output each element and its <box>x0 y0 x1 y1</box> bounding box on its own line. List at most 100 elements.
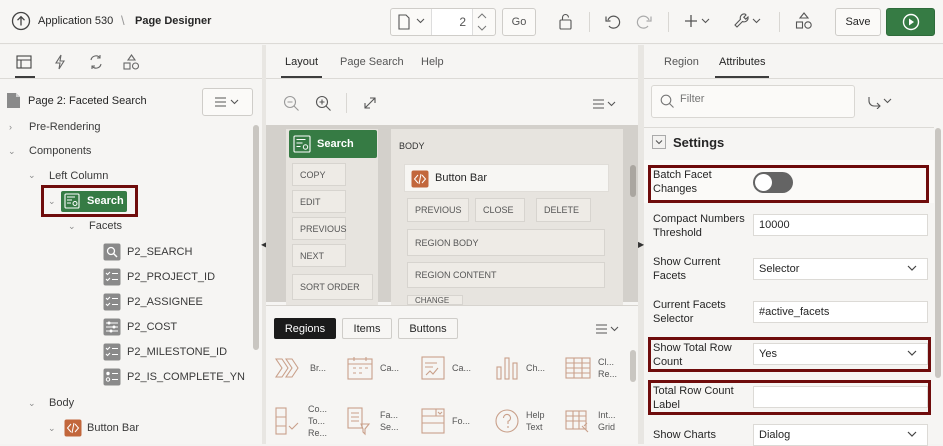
filter-input[interactable] <box>680 93 840 105</box>
gallery-cards[interactable]: Ca... <box>420 349 490 387</box>
slot-sort-order[interactable]: SORT ORDER <box>292 274 373 300</box>
tab-page-search[interactable]: Page Search <box>340 56 404 68</box>
slot-copy[interactable]: COPY <box>292 163 346 186</box>
gallery-calendar[interactable]: Ca... <box>346 349 416 387</box>
scrollbar[interactable] <box>630 350 636 382</box>
faceted-search-icon <box>347 407 371 436</box>
collapse-section-icon[interactable] <box>652 135 666 149</box>
tab-attributes[interactable]: Attributes <box>714 56 770 78</box>
lock-icon[interactable] <box>558 13 574 31</box>
chevron-right-icon[interactable]: › <box>9 122 12 132</box>
components-icon[interactable] <box>123 54 140 70</box>
undo-icon[interactable] <box>604 13 621 30</box>
stepper-up-icon[interactable] <box>477 12 487 20</box>
filter-field[interactable] <box>651 85 855 118</box>
tree-item[interactable]: P2_IS_COMPLETE_YN <box>127 371 245 383</box>
gallery-content-row[interactable]: Co... To... Re... <box>274 401 344 441</box>
chevron-down-icon[interactable] <box>416 18 425 24</box>
slot-close-button[interactable]: CLOSE <box>475 198 525 222</box>
run-page-button[interactable] <box>886 8 935 36</box>
wrench-icon[interactable] <box>733 12 763 30</box>
gallery-help-text[interactable]: Help Text <box>494 401 564 441</box>
shapes-icon[interactable] <box>795 12 813 30</box>
slot-region-body[interactable]: REGION BODY <box>407 229 605 256</box>
go-button[interactable]: Go <box>502 8 536 36</box>
page-number-input[interactable]: 2 <box>431 9 473 35</box>
current-facets-selector-input[interactable]: #active_facets <box>753 301 928 323</box>
canvas-button-bar-region[interactable]: Button Bar <box>404 164 609 192</box>
tab-region[interactable]: Region <box>664 56 699 68</box>
chevron-down-icon[interactable]: ⌄ <box>48 423 56 434</box>
tree-icon[interactable] <box>16 55 32 69</box>
scrollbar[interactable] <box>253 125 259 350</box>
menu-icon[interactable] <box>595 324 621 334</box>
tree-menu-button[interactable] <box>202 88 253 116</box>
tree-item[interactable]: P2_ASSIGNEE <box>127 296 203 308</box>
zoom-in-icon[interactable] <box>315 95 332 112</box>
gallery-classic-report[interactable]: Cl... Re... <box>564 349 634 387</box>
select-value: Yes <box>759 348 777 360</box>
zoom-out-icon[interactable] <box>283 95 300 112</box>
compact-threshold-input[interactable]: 10000 <box>753 214 928 236</box>
scrollbar[interactable] <box>630 165 636 197</box>
tree-item[interactable]: P2_PROJECT_ID <box>127 271 215 283</box>
chevron-down-icon <box>907 431 917 437</box>
show-charts-select[interactable]: Dialog <box>753 424 928 446</box>
slot-delete-button[interactable]: DELETE <box>536 198 591 222</box>
gallery-breadcrumb[interactable]: Br... <box>274 349 344 387</box>
tree-item[interactable]: P2_MILESTONE_ID <box>127 346 227 358</box>
expand-icon[interactable] <box>363 96 377 110</box>
slot-next[interactable]: NEXT <box>292 244 346 267</box>
tree-item[interactable]: P2_SEARCH <box>127 246 192 258</box>
batch-facet-toggle[interactable] <box>753 172 793 193</box>
redo-icon[interactable] <box>636 13 653 30</box>
tree-search-region[interactable]: Search <box>61 191 127 212</box>
redirect-icon[interactable] <box>867 95 893 109</box>
slot-change[interactable]: CHANGE <box>407 295 463 305</box>
slot-region-content[interactable]: REGION CONTENT <box>407 262 605 288</box>
arrow-up-circle-icon[interactable] <box>11 11 31 31</box>
slot-previous-button[interactable]: PREVIOUS <box>407 198 469 222</box>
page-icon[interactable] <box>397 14 411 30</box>
total-row-count-label-input[interactable] <box>753 386 928 408</box>
gallery-faceted-search[interactable]: Fa... Se... <box>346 401 416 441</box>
canvas-search-region[interactable]: Search <box>289 130 377 158</box>
tree-facets[interactable]: Facets <box>89 220 122 232</box>
tree-pre-rendering[interactable]: Pre-Rendering <box>29 121 101 133</box>
help-icon <box>495 409 519 433</box>
save-button[interactable]: Save <box>835 8 881 36</box>
slot-previous[interactable]: PREVIOUS <box>292 217 347 240</box>
shared-icon[interactable] <box>88 54 104 70</box>
chevron-down-icon[interactable]: ⌄ <box>28 170 36 181</box>
show-total-row-count-select[interactable]: Yes <box>753 343 928 365</box>
layout-canvas: Search COPY EDIT PREVIOUS NEXT SORT ORDE… <box>266 125 638 305</box>
tree-body[interactable]: Body <box>49 397 74 409</box>
gallery-tab-regions[interactable]: Regions <box>274 318 336 339</box>
gallery-tab-items[interactable]: Items <box>342 318 392 339</box>
tree-left-column[interactable]: Left Column <box>49 170 108 182</box>
show-current-facets-select[interactable]: Selector <box>753 258 928 280</box>
plus-icon[interactable] <box>685 14 711 28</box>
app-breadcrumb[interactable]: Application 530 <box>38 15 113 27</box>
lightning-icon[interactable] <box>53 54 67 70</box>
stepper-down-icon[interactable] <box>477 24 487 32</box>
tab-layout[interactable]: Layout <box>280 56 323 78</box>
gallery-chart[interactable]: Ch... <box>494 349 564 387</box>
canvas-search-label: Search <box>317 138 354 150</box>
tree-item[interactable]: P2_COST <box>127 321 177 333</box>
chevron-down-icon[interactable]: ⌄ <box>68 221 76 232</box>
gallery-interactive-grid[interactable]: Int... Grid <box>564 401 634 441</box>
tab-help[interactable]: Help <box>421 56 444 68</box>
region-icon <box>64 419 82 437</box>
right-pane: Region Attributes Settings Batch Facet C… <box>644 45 943 446</box>
tree-components[interactable]: Components <box>29 145 91 157</box>
chevron-down-icon[interactable]: ⌄ <box>48 196 56 207</box>
gallery-tab-buttons[interactable]: Buttons <box>398 318 458 339</box>
slot-edit[interactable]: EDIT <box>292 190 346 213</box>
scrollbar[interactable] <box>935 128 941 378</box>
chevron-down-icon[interactable]: ⌄ <box>28 398 36 409</box>
gallery-form[interactable]: Fo... <box>420 401 490 441</box>
tree-button-bar[interactable]: Button Bar <box>87 422 139 434</box>
chevron-down-icon[interactable]: ⌄ <box>8 146 16 157</box>
menu-icon[interactable] <box>592 99 618 109</box>
